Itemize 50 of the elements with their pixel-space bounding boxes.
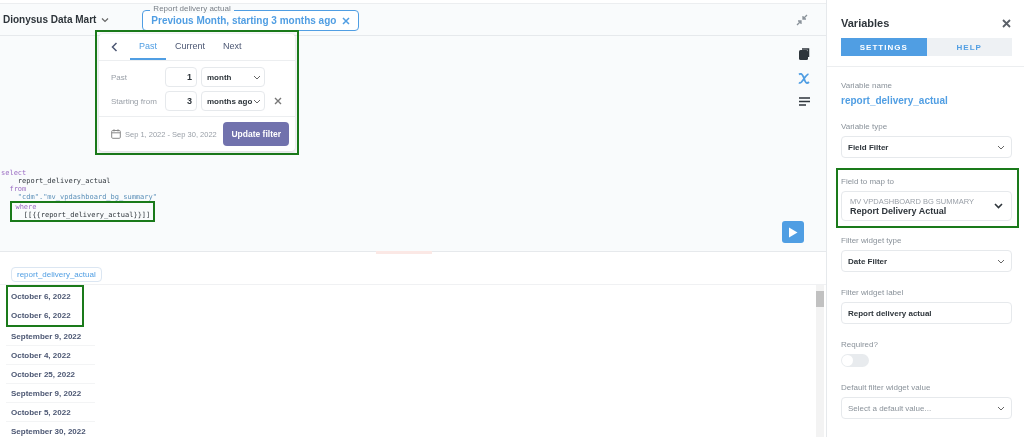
field-label: Default filter widget value xyxy=(841,383,932,392)
input-field[interactable]: Report delivery actual xyxy=(841,302,1012,324)
number-field[interactable]: 1 xyxy=(165,67,197,87)
play-icon xyxy=(787,226,798,238)
chevron-down-icon xyxy=(994,203,1003,209)
field-label: Variable type xyxy=(841,122,889,131)
chevron-down-icon xyxy=(253,74,261,80)
run-button[interactable] xyxy=(781,221,804,243)
chevron-down-icon xyxy=(997,405,1005,411)
unit-select[interactable]: month xyxy=(201,67,265,87)
close-icon[interactable] xyxy=(342,16,351,25)
chevron-down-icon xyxy=(997,258,1005,264)
chevron-down-icon xyxy=(253,98,261,104)
table-cell: October 4, 2022 xyxy=(6,346,95,365)
variable-icon[interactable] xyxy=(798,73,810,84)
scrollbar-thumb[interactable] xyxy=(816,291,824,307)
field-label: Required? xyxy=(841,340,879,349)
filter-label: Report delivery actual xyxy=(150,4,234,13)
unit-select[interactable]: months ago xyxy=(201,91,265,111)
collapse-icon[interactable] xyxy=(796,14,808,26)
number-field[interactable]: 3 xyxy=(165,91,197,111)
select-field[interactable]: Date Filter xyxy=(841,250,1012,272)
calendar-icon xyxy=(111,129,121,139)
field-label: Filter widget label xyxy=(841,288,905,297)
table-cell: September 30, 2022 xyxy=(6,422,95,437)
chevron-down-icon xyxy=(101,16,110,23)
back-icon[interactable] xyxy=(111,42,118,52)
chevron-down-icon xyxy=(997,144,1005,150)
variable-name: report_delivery_actual xyxy=(841,95,949,106)
table-cell: October 5, 2022 xyxy=(6,403,95,422)
database-picker[interactable]: Dionysus Data Mart xyxy=(3,14,110,25)
field-label: Field to map to xyxy=(841,177,895,186)
select-field[interactable]: Field Filter xyxy=(841,136,1012,158)
book-icon[interactable] xyxy=(798,48,810,60)
table-cell: September 9, 2022 xyxy=(6,327,95,346)
update-filter-button[interactable]: Update filter xyxy=(223,122,289,146)
list-icon[interactable] xyxy=(798,97,810,106)
panel-title: Variables xyxy=(841,17,890,29)
field-label: Past xyxy=(111,72,128,82)
field-label: Filter widget type xyxy=(841,236,903,245)
table-cell: September 9, 2022 xyxy=(6,384,95,403)
table-cell: October 25, 2022 xyxy=(6,365,95,384)
table-cell-text: October 6, 2022 xyxy=(10,310,72,322)
close-icon[interactable] xyxy=(1002,18,1011,28)
period-tab[interactable]: Next xyxy=(214,34,251,60)
table-cell-text: October 6, 2022 xyxy=(10,291,72,303)
field-label: Starting from xyxy=(111,96,158,106)
period-tab[interactable]: Current xyxy=(166,34,215,60)
field-label: Variable name xyxy=(841,81,893,90)
close-icon[interactable] xyxy=(274,97,282,105)
